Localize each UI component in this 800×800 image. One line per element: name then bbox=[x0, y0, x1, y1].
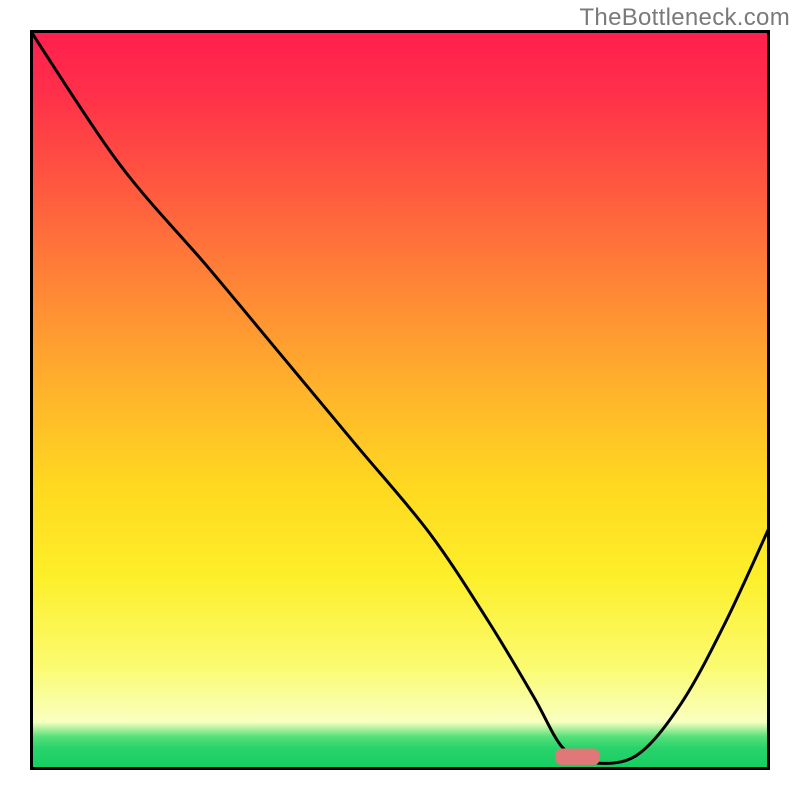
heat-gradient-background bbox=[30, 30, 770, 770]
plot-area bbox=[30, 30, 770, 770]
watermark-text: TheBottleneck.com bbox=[579, 4, 790, 32]
chart-frame: TheBottleneck.com bbox=[0, 0, 800, 800]
